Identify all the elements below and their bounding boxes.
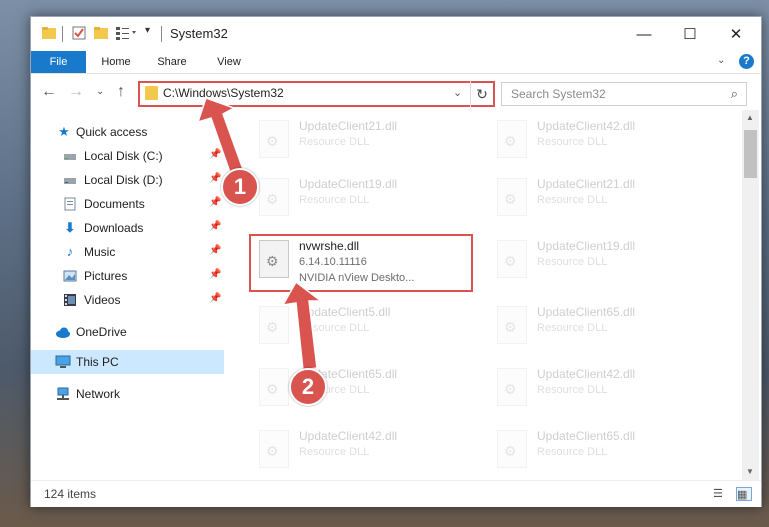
arrow-2 xyxy=(281,280,324,371)
step-1-badge: 1 xyxy=(221,168,259,206)
step-2-badge: 2 xyxy=(289,368,327,406)
annotation-arrows xyxy=(196,97,324,371)
arrow-1 xyxy=(196,97,245,180)
